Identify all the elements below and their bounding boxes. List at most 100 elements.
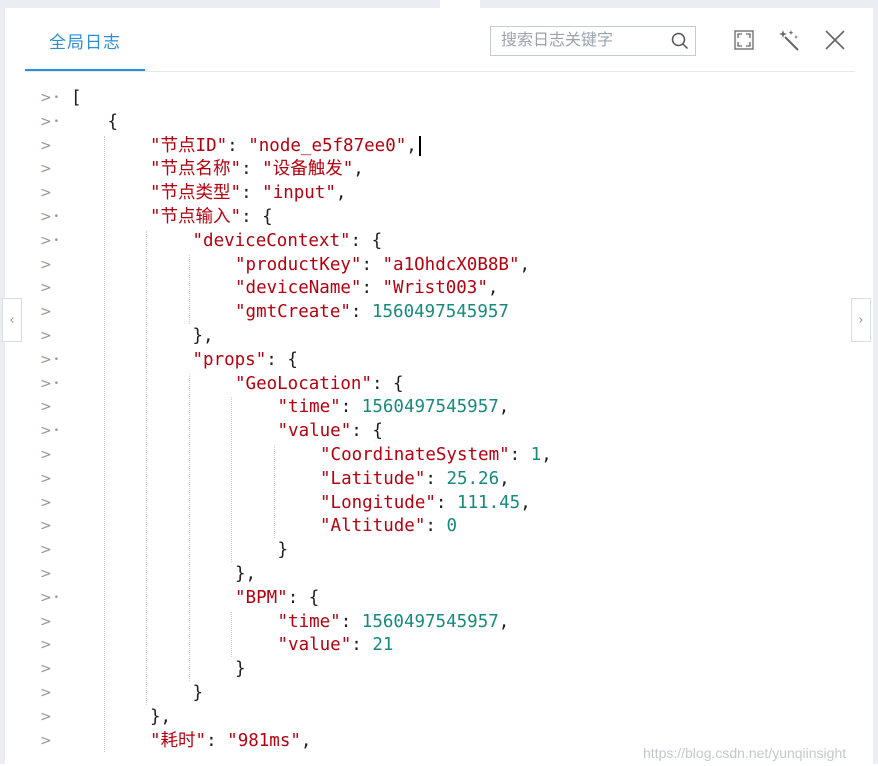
fullscreen-icon[interactable] [730, 26, 758, 54]
gutter-arrow-icon: > [40, 685, 52, 701]
gutter-arrow-icon: > [40, 328, 52, 344]
code-line: > "Altitude": 0 [5, 514, 825, 538]
json-punctuation: : [361, 254, 383, 275]
gutter-arrow-icon: > [40, 399, 52, 416]
json-punctuation: : [425, 516, 447, 537]
code-line-content: } [193, 681, 204, 705]
search-input[interactable] [491, 27, 671, 55]
code-line-content: "Latitude": 25.26, [320, 467, 510, 491]
fold-toggle-icon[interactable]: > • [40, 348, 60, 372]
gutter-arrow-icon: > [40, 161, 52, 178]
log-panel: 全局日志 搜索日志关键字 > • [> • {> "节点ID": "node… [5, 8, 873, 764]
json-key: "节点名称" [150, 159, 242, 180]
json-punctuation: } [235, 659, 246, 680]
code-line: > "节点类型": "input", [5, 181, 825, 205]
window-frame-top [0, 0, 878, 8]
json-key: "节点ID" [150, 135, 228, 156]
code-line-content: "Altitude": 0 [320, 514, 457, 538]
json-punctuation: , [406, 135, 417, 156]
json-punctuation: , [300, 730, 312, 751]
json-number: 1560497545957 [371, 302, 509, 323]
json-punctuation: : [361, 278, 383, 299]
fold-toggle-icon[interactable]: > • [40, 110, 60, 134]
fold-toggle-icon[interactable]: > • [40, 419, 60, 443]
gutter-arrow-icon: > [40, 732, 52, 749]
json-key: "props" [192, 349, 267, 370]
gutter-arrow-icon: > [40, 518, 52, 535]
fold-toggle-icon[interactable]: > • [40, 205, 60, 229]
fold-toggle-icon[interactable]: > • [40, 586, 60, 610]
code-line: > "Latitude": 25.26, [5, 467, 825, 491]
code-line-content: "CoordinateSystem": 1, [320, 443, 552, 467]
prev-arrow-button[interactable]: ‹ [2, 298, 22, 342]
search-icon[interactable] [671, 32, 689, 50]
gutter-arrow-icon: > [40, 566, 52, 582]
code-line-content: "节点名称": "设备触发", [150, 157, 364, 181]
code-line-content: "节点类型": "input", [150, 181, 346, 205]
code-line: > "节点名称": "设备触发", [5, 157, 825, 181]
json-key: "Longitude" [320, 492, 436, 513]
json-punctuation: : [340, 397, 362, 418]
code-line: >} [5, 538, 825, 562]
json-key: "value" [277, 421, 352, 442]
code-line-content: "GeoLocation": { [235, 372, 404, 396]
code-line-content: }, [193, 324, 214, 348]
gutter-arrow-icon: > [40, 494, 52, 511]
tab-global-log[interactable]: 全局日志 [25, 8, 145, 72]
next-arrow-button[interactable]: › [851, 298, 871, 342]
code-line-content: "BPM": { [235, 586, 319, 610]
code-line: > • "value": { [5, 419, 825, 443]
code-line: > • "BPM": { [5, 586, 825, 610]
json-key: "value" [277, 635, 352, 656]
json-punctuation: }, [235, 564, 257, 584]
code-line: > "productKey": "a1OhdcX0B8B", [5, 253, 825, 277]
code-line-content: }, [235, 562, 256, 586]
json-punctuation: : { [266, 349, 298, 370]
gutter-arrow-icon: > [40, 613, 52, 630]
code-line: > • "节点输入": { [5, 205, 825, 229]
code-line-content: "deviceName": "Wrist003", [235, 276, 498, 300]
code-line: > "gmtCreate": 1560497545957 [5, 300, 825, 324]
json-string: "设备触发" [262, 159, 354, 180]
code-line: > • "deviceContext": { [5, 229, 825, 253]
code-line: > • "GeoLocation": { [5, 372, 825, 396]
json-punctuation: , [520, 492, 531, 513]
gutter-arrow-icon: > [40, 542, 52, 559]
code-line: >}, [5, 562, 825, 586]
format-wand-icon[interactable] [776, 26, 804, 54]
json-punctuation: { [107, 111, 119, 132]
json-number: 111.45 [456, 492, 521, 513]
json-key: "gmtCreate" [235, 302, 351, 323]
code-line: >}, [5, 324, 825, 348]
json-key: "节点类型" [150, 183, 242, 204]
watermark: https://blog.csdn.net/yunqiinsight [643, 745, 847, 761]
fold-toggle-icon[interactable]: > • [40, 229, 60, 253]
fold-toggle-icon[interactable]: > • [40, 86, 60, 110]
fold-toggle-icon[interactable]: > • [40, 372, 60, 396]
json-key: "CoordinateSystem" [320, 445, 510, 465]
gutter-arrow-icon: > [40, 256, 52, 273]
json-punctuation: : [206, 730, 228, 751]
json-number: 1560497545957 [361, 397, 499, 418]
code-line: >}, [5, 705, 825, 729]
json-log-viewer[interactable]: > •[> •{> "节点ID": "node_e5f87ee0", > "节点名称": … [5, 86, 873, 766]
json-key: "Latitude" [320, 468, 426, 489]
json-punctuation: , [498, 611, 510, 632]
tab-global-log-label: 全局日志 [49, 32, 121, 52]
json-number: 1560497545957 [361, 611, 499, 632]
json-punctuation: , [519, 254, 531, 275]
json-punctuation: : [435, 492, 457, 513]
gutter-arrow-icon: > [40, 304, 52, 321]
json-punctuation: : { [371, 373, 404, 394]
code-line-content: "耗时": "981ms", [150, 729, 311, 753]
json-punctuation: [ [71, 88, 82, 108]
json-punctuation: } [277, 540, 289, 561]
code-line-content: }, [150, 705, 171, 729]
close-icon[interactable] [821, 26, 849, 54]
gutter-arrow-icon: > [40, 470, 52, 487]
code-line-content: "productKey": "a1OhdcX0B8B", [235, 253, 530, 277]
json-key: "节点输入" [150, 207, 242, 227]
code-line: > "time": 1560497545957, [5, 610, 825, 634]
code-line: > • [ [5, 86, 825, 110]
json-punctuation: }, [192, 326, 214, 346]
